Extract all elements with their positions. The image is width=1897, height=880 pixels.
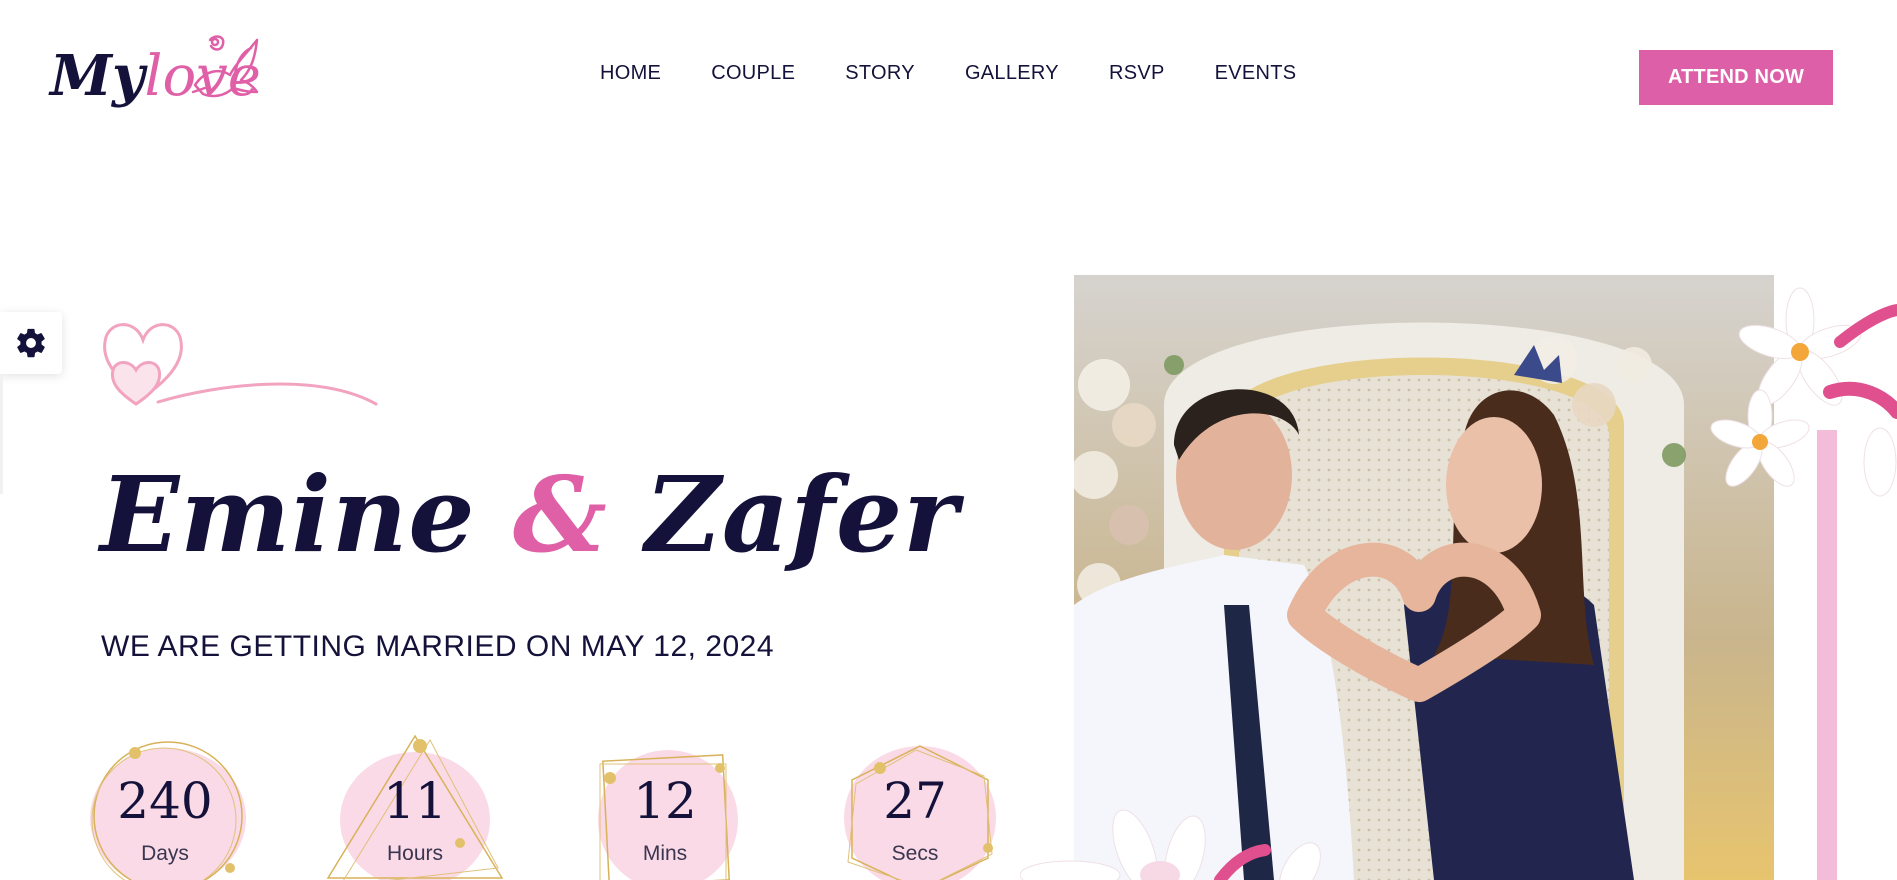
logo-text-my: My <box>50 43 145 109</box>
nav-events[interactable]: EVENTS <box>1215 62 1297 85</box>
ampersand: & <box>512 453 608 576</box>
groom-name: Zafer <box>644 453 959 576</box>
panel-edge <box>0 374 3 494</box>
countdown-secs-value: 27 <box>883 772 947 830</box>
plumeria-flowers-icon <box>1710 287 1897 497</box>
hearts-decoration-icon <box>103 323 378 406</box>
countdown-secs-label: Secs <box>891 842 939 865</box>
bottom-flowers-icon <box>1020 809 1321 880</box>
countdown-days-label: Days <box>141 842 189 865</box>
nav-home[interactable]: HOME <box>600 62 661 85</box>
countdown: 240 Days 11 Hours 12 Mins 27 Secs <box>70 728 1020 880</box>
countdown-mins-value: 12 <box>633 772 697 830</box>
main-nav: HOME COUPLE STORY GALLERY RSVP EVENTS <box>600 62 1296 85</box>
site-logo[interactable]: Mylove <box>50 30 261 130</box>
wedding-date-subtitle: WE ARE GETTING MARRIED ON MAY 12, 2024 <box>101 630 775 663</box>
countdown-days-value: 240 <box>117 772 213 830</box>
countdown-mins: 12 Mins <box>570 728 760 880</box>
nav-gallery[interactable]: GALLERY <box>965 62 1059 85</box>
countdown-hours-label: Hours <box>386 842 444 865</box>
nav-story[interactable]: STORY <box>845 62 915 85</box>
settings-toggle[interactable] <box>0 312 62 374</box>
gear-icon <box>17 328 45 358</box>
attend-now-button[interactable]: ATTEND NOW <box>1639 50 1833 105</box>
bride-name: Emine <box>100 453 476 576</box>
couple-names-heading: Emine & Zafer <box>100 457 959 572</box>
countdown-hours-value: 11 <box>383 772 447 830</box>
countdown-secs: 27 Secs <box>820 728 1010 880</box>
countdown-mins-label: Mins <box>642 842 688 865</box>
countdown-hours: 11 Hours <box>320 728 510 880</box>
nav-couple[interactable]: COUPLE <box>711 62 795 85</box>
countdown-days: 240 Days <box>70 728 260 880</box>
dove-icon <box>191 35 259 98</box>
nav-rsvp[interactable]: RSVP <box>1109 62 1165 85</box>
